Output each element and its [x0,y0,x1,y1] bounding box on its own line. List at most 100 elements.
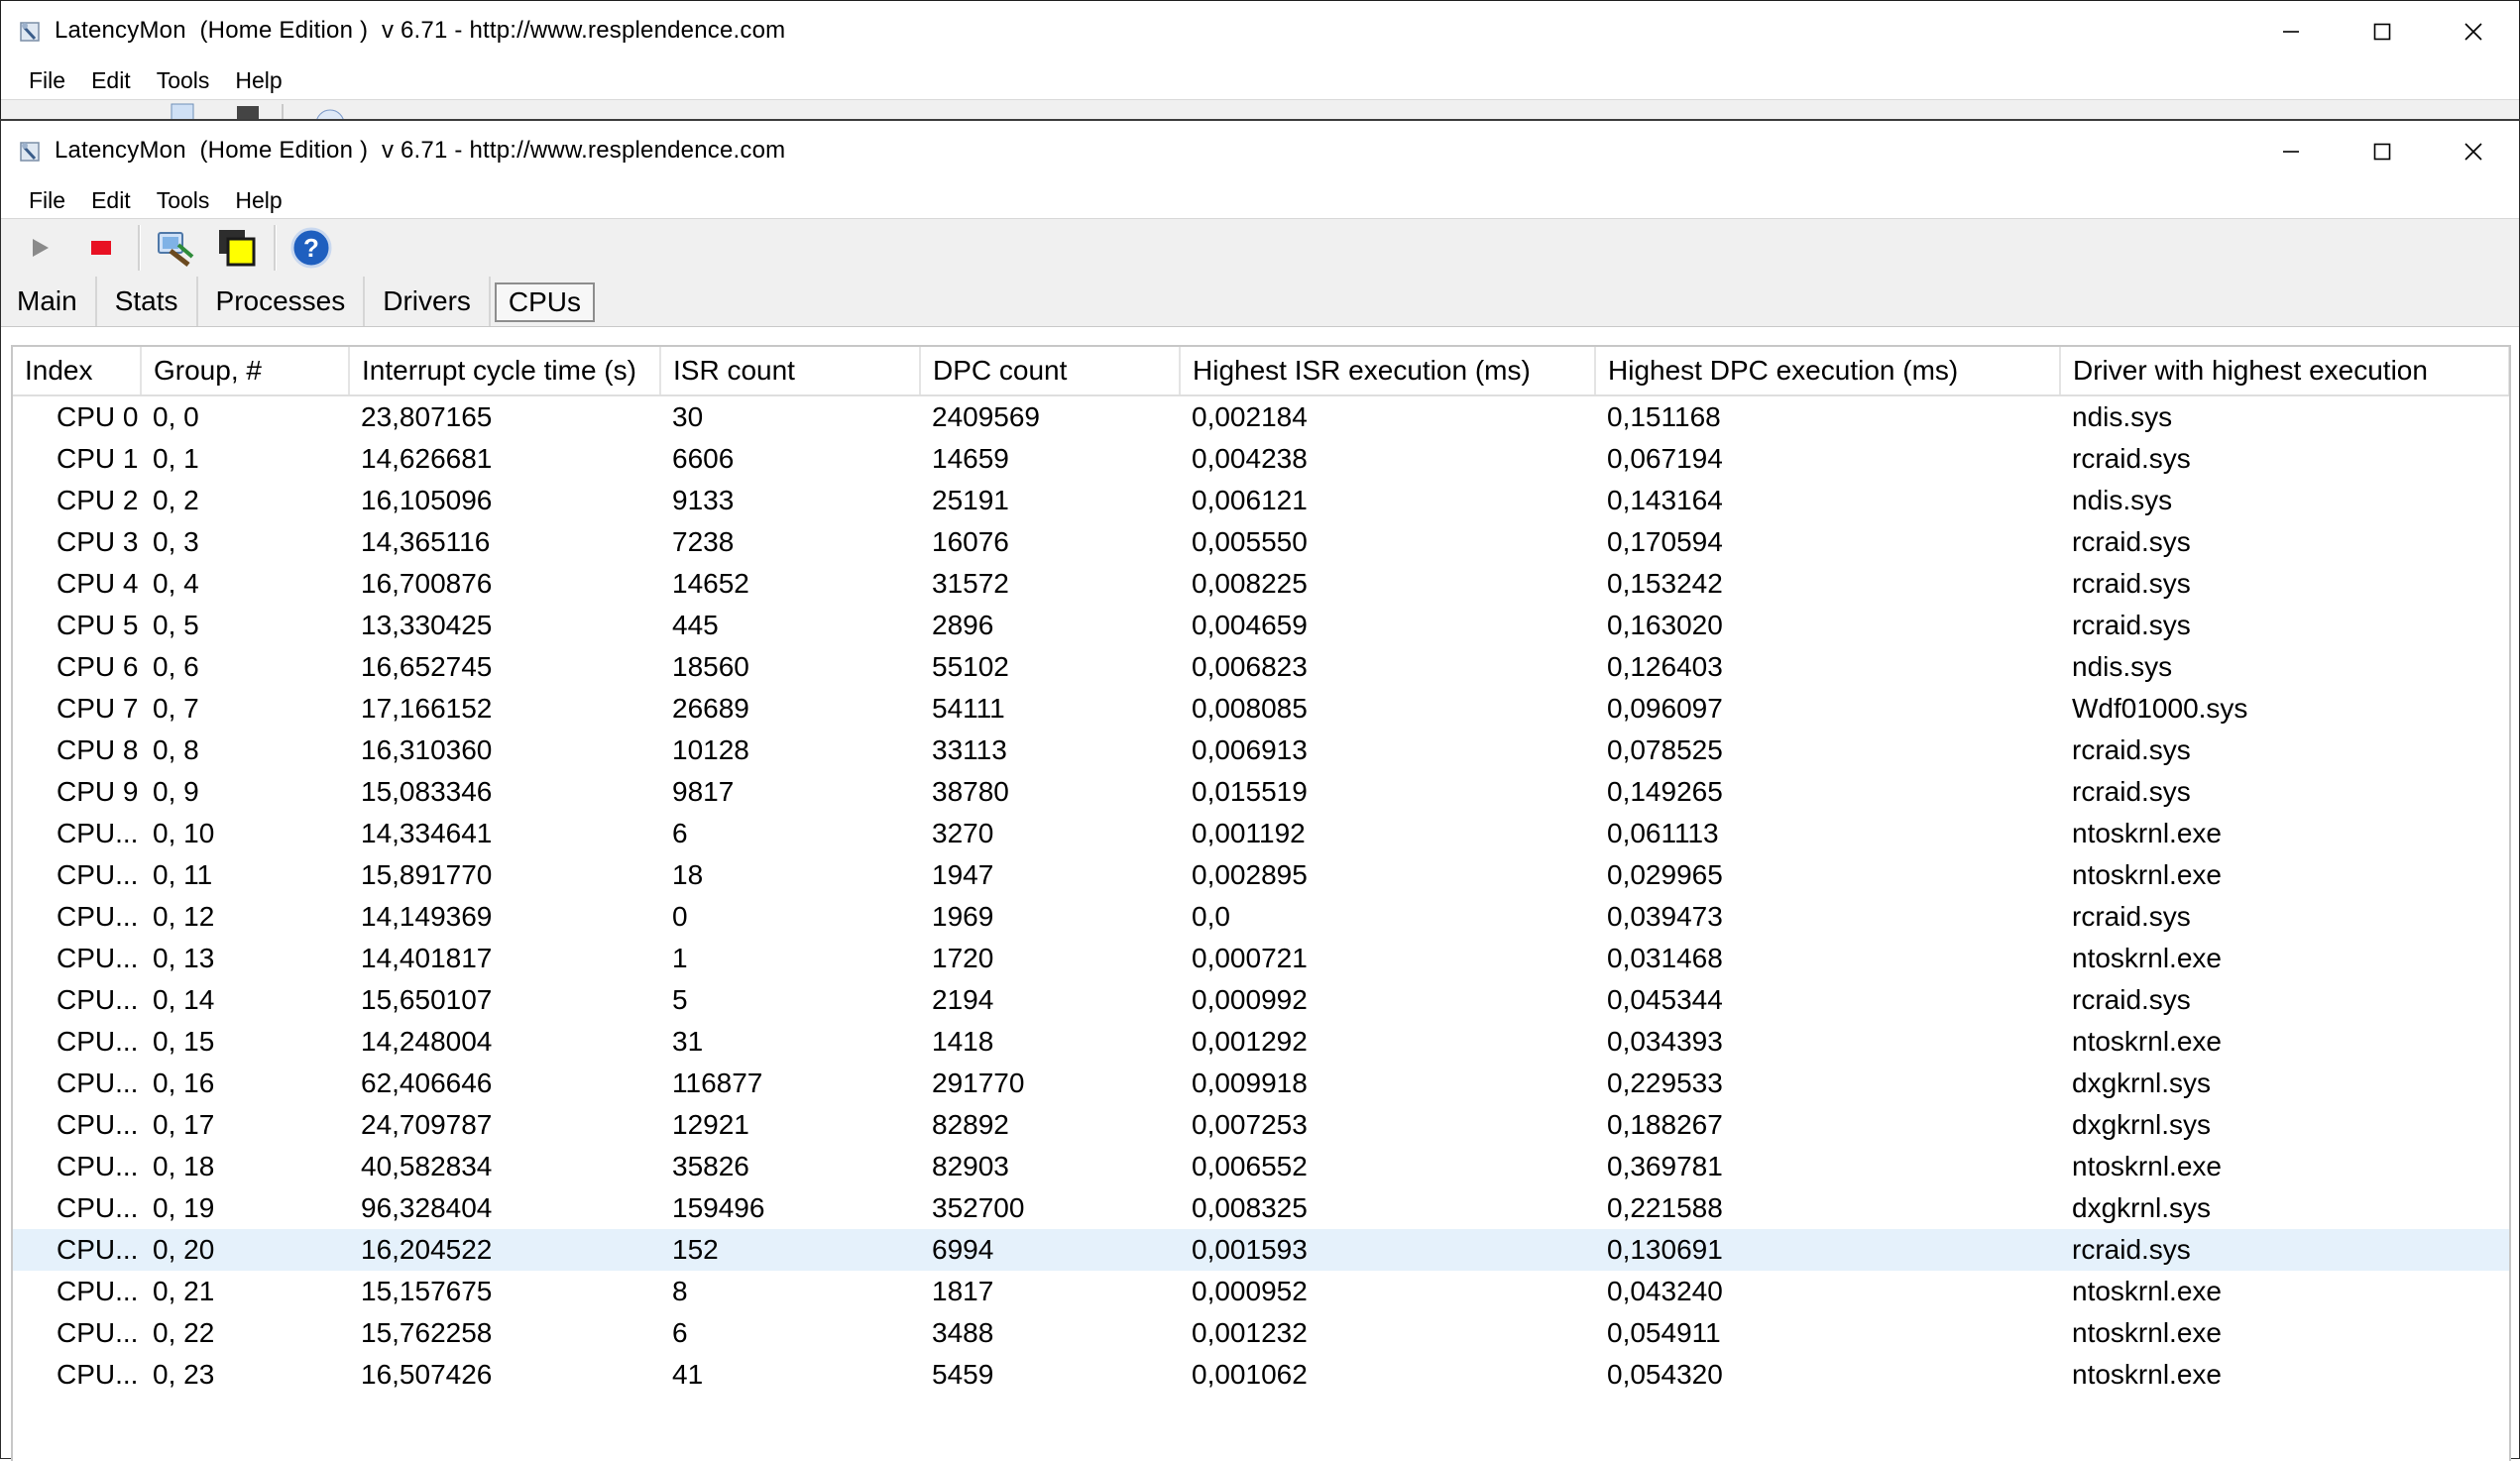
column-header[interactable]: DPC count [920,347,1181,396]
table-cell: 16,310360 [361,734,493,765]
menu-tools[interactable]: Tools [157,187,210,214]
table-cell: rcraid.sys [2072,568,2191,599]
tab-cpus[interactable]: CPUs [494,282,596,322]
table-row[interactable]: CPU... 0, 22 15,762258 6 3488 0,001232 0,05491… [13,1312,2509,1354]
column-header[interactable]: Group, # [141,347,350,396]
column-header[interactable]: Index [13,347,142,396]
table-cell: 0,006121 [1192,485,1308,515]
table-cell: ntoskrnl.exe [2072,1359,2222,1390]
table-row[interactable]: CPU 6 0, 6 16,652745 18560 55102 0,006823 0,12… [13,646,2509,688]
table-cell: ndis.sys [2072,651,2173,682]
table-cell: 0, 1 [153,443,199,474]
table-cell: 15,157675 [361,1276,493,1306]
table-row[interactable]: CPU 2 0, 2 16,105096 9133 25191 0,006121 0,143… [13,480,2509,521]
tab-drivers[interactable]: Drivers [365,277,491,326]
table-cell: 0,188267 [1607,1109,1723,1140]
menu-help[interactable]: Help [235,67,282,94]
table-cell: 33113 [932,734,1007,765]
table-row[interactable]: CPU... 0, 16 62,406646 116877 291770 0,009918… [13,1063,2509,1104]
table-row[interactable]: CPU 1 0, 1 14,626681 6606 14659 0,004238 0,067… [13,438,2509,480]
tab-main[interactable]: Main [1,277,97,326]
table-cell: CPU... [57,1026,139,1057]
table-cell: 0,149265 [1607,776,1723,807]
maximize-button[interactable] [2337,121,2428,182]
table-cell: 8 [672,1276,688,1306]
menu-file[interactable]: File [29,67,65,94]
cpu-table-view[interactable]: Index Group, # Interrupt cycle time (s) ISR… [11,345,2511,1461]
table-cell: 18560 [672,651,749,682]
table-cell: 16,700876 [361,568,493,599]
table-cell: ntoskrnl.exe [2072,818,2222,848]
table-cell: 14,149369 [361,901,493,932]
minimize-button[interactable] [2245,121,2337,182]
table-row[interactable]: CPU... 0, 20 16,204522 152 6994 0,001593 0,130… [13,1229,2509,1271]
table-cell: 55102 [932,651,1009,682]
close-button[interactable] [2428,1,2519,62]
menu-edit[interactable]: Edit [91,187,131,214]
table-row[interactable]: CPU... 0, 23 16,507426 41 5459 0,001062 0,0543… [13,1354,2509,1396]
windows-button[interactable] [212,223,262,273]
title-bar[interactable]: LatencyMon (Home Edition ) v 6.71 - http… [1,1,2519,62]
table-row[interactable]: CPU... 0, 10 14,334641 6 3270 0,001192 0,06111… [13,813,2509,854]
table-row[interactable]: CPU... 0, 11 15,891770 18 1947 0,002895 0,0299… [13,854,2509,896]
table-cell: 0,096097 [1607,693,1723,724]
column-header[interactable]: Driver with highest execution [2060,347,2509,396]
start-button[interactable] [15,223,64,273]
table-row[interactable]: CPU... 0, 19 96,328404 159496 352700 0,008325… [13,1187,2509,1229]
minimize-button[interactable] [2245,1,2337,62]
table-cell: 15,762258 [361,1317,493,1348]
column-header[interactable]: Highest ISR execution (ms) [1180,347,1596,396]
title-bar[interactable]: LatencyMon (Home Edition ) v 6.71 - http… [1,121,2519,182]
table-row[interactable]: CPU... 0, 21 15,157675 8 1817 0,000952 0,04324… [13,1271,2509,1312]
table-row[interactable]: CPU 9 0, 9 15,083346 9817 38780 0,015519 0,149… [13,771,2509,813]
table-cell: 0, 21 [153,1276,215,1306]
column-header[interactable]: ISR count [660,347,921,396]
table-cell: 0, 23 [153,1359,215,1390]
table-row[interactable]: CPU... 0, 15 14,248004 31 1418 0,001292 0,0343… [13,1021,2509,1063]
driver-tool-button[interactable] [151,223,200,273]
table-cell: 0,034393 [1607,1026,1723,1057]
table-cell: rcraid.sys [2072,610,2191,640]
table-header-row: Index Group, # Interrupt cycle time (s) ISR… [13,347,2509,396]
table-row[interactable]: CPU 4 0, 4 16,700876 14652 31572 0,008225 0,15… [13,563,2509,605]
table-cell: 9817 [672,776,735,807]
table-row[interactable]: CPU 3 0, 3 14,365116 7238 16076 0,005550 0,170… [13,521,2509,563]
windows-icon [219,230,256,267]
menu-edit[interactable]: Edit [91,67,131,94]
table-cell: 16076 [932,526,1009,557]
menu-file[interactable]: File [29,187,65,214]
table-row[interactable]: CPU... 0, 13 14,401817 1 1720 0,000721 0,03146… [13,938,2509,979]
stop-button[interactable] [76,223,126,273]
column-header[interactable]: Interrupt cycle time (s) [349,347,661,396]
table-row[interactable]: CPU 8 0, 8 16,310360 10128 33113 0,006913 0,07… [13,730,2509,771]
table-row[interactable]: CPU 7 0, 7 17,166152 26689 54111 0,008085 0,09… [13,688,2509,730]
background-latencymon-window[interactable]: LatencyMon (Home Edition ) v 6.71 - http… [0,0,2520,124]
table-cell: 0, 11 [153,859,213,890]
close-button[interactable] [2428,121,2519,182]
table-row[interactable]: CPU... 0, 12 14,149369 0 1969 0,0 0,039473 rcra… [13,896,2509,938]
table-row[interactable]: CPU... 0, 17 24,709787 12921 82892 0,007253 0,… [13,1104,2509,1146]
help-button[interactable]: ? [286,223,336,273]
minimize-icon [2283,31,2299,33]
table-row[interactable]: CPU 0 0, 0 23,807165 30 2409569 0,002184 0,151… [13,395,2509,438]
table-cell: 0, 3 [153,526,199,557]
table-cell: 0,006823 [1192,651,1308,682]
table-cell: CPU 1 [57,443,139,474]
table-cell: CPU 9 [57,776,139,807]
tab-stats[interactable]: Stats [97,277,198,326]
table-cell: 0,229533 [1607,1068,1723,1098]
table-cell: rcraid.sys [2072,443,2191,474]
column-header[interactable]: Highest DPC execution (ms) [1595,347,2061,396]
table-cell: 0, 10 [153,818,215,848]
table-cell: 2194 [932,984,994,1015]
table-row[interactable]: CPU... 0, 14 15,650107 5 2194 0,000992 0,04534… [13,979,2509,1021]
table-row[interactable]: CPU 5 0, 5 13,330425 445 2896 0,004659 0,16302… [13,605,2509,646]
table-row[interactable]: CPU... 0, 18 40,582834 35826 82903 0,006552 0,… [13,1146,2509,1187]
menu-tools[interactable]: Tools [157,67,210,94]
table-cell: 38780 [932,776,1009,807]
menu-help[interactable]: Help [235,187,282,214]
latencymon-window[interactable]: LatencyMon (Home Edition ) v 6.71 - http… [0,119,2520,1461]
maximize-button[interactable] [2337,1,2428,62]
tab-processes[interactable]: Processes [198,277,366,326]
play-icon [33,239,49,257]
